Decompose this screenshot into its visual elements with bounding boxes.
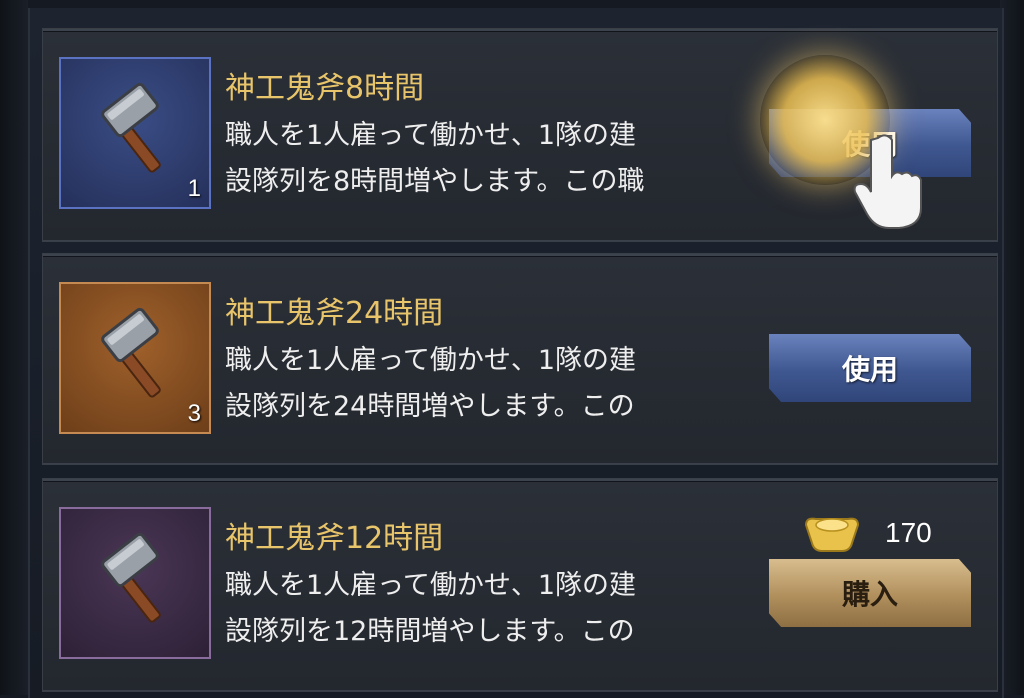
description-line: 設隊列を8時間増やします。この職	[225, 166, 645, 197]
description-line: 職人を1人雇って働かせ、1隊の建	[225, 345, 637, 376]
description-line: 職人を1人雇って働かせ、1隊の建	[225, 570, 637, 601]
hammer-icon	[101, 532, 161, 623]
item-card-24h: 3 神工鬼斧24時間 職人を1人雇って働かせ、1隊の建 設隊列を24時間増やしま…	[42, 253, 998, 465]
item-title: 神工鬼斧8時間	[225, 71, 425, 106]
price-display: 170	[803, 507, 983, 557]
item-title: 神工鬼斧12時間	[225, 521, 444, 556]
hammer-icon	[101, 82, 161, 173]
price-value: 170	[885, 517, 932, 548]
item-icon-slot: 1	[59, 57, 211, 209]
use-button[interactable]: 使用	[769, 334, 971, 402]
pointing-hand-icon	[853, 134, 922, 229]
item-title: 神工鬼斧24時間	[225, 296, 444, 331]
description-line: 設隊列を12時間増やします。この	[225, 616, 635, 647]
description-line: 設隊列を24時間増やします。この	[225, 391, 635, 422]
gold-ingot-icon	[804, 517, 860, 552]
item-description: 職人を1人雇って働かせ、1隊の建 設隊列を8時間増やします。この職	[225, 113, 745, 205]
hammer-icon	[101, 307, 161, 398]
item-icon-slot: 3	[59, 282, 211, 434]
item-description: 職人を1人雇って働かせ、1隊の建 設隊列を12時間増やします。この	[225, 563, 745, 655]
item-icon-slot	[59, 507, 211, 659]
item-count: 3	[187, 400, 201, 427]
left-border	[0, 0, 28, 695]
item-count: 1	[187, 175, 201, 202]
item-description: 職人を1人雇って働かせ、1隊の建 設隊列を24時間増やします。この	[225, 338, 745, 430]
description-line: 職人を1人雇って働かせ、1隊の建	[225, 120, 637, 151]
item-card-12h: 神工鬼斧12時間 職人を1人雇って働かせ、1隊の建 設隊列を12時間増やします。…	[42, 478, 998, 692]
buy-button[interactable]: 購入	[769, 559, 971, 627]
